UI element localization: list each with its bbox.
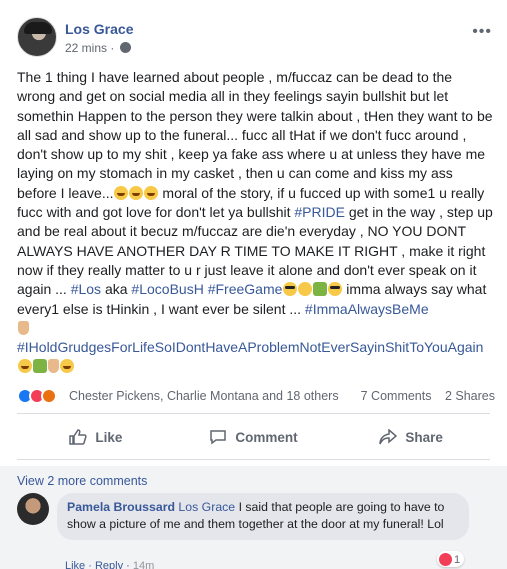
- body-text-1: The 1 thing I have learned about people …: [17, 69, 493, 201]
- post-body: The 1 thing I have learned about people …: [17, 68, 494, 377]
- hashtag-locobush[interactable]: #LocoBusH: [131, 281, 203, 297]
- post-header: Los Grace 22 mins · •••: [17, 17, 492, 59]
- rofl-emoji-icon: [114, 185, 129, 200]
- engagement-counts: 7 Comments 2 Shares: [351, 389, 495, 403]
- divider: [17, 459, 490, 460]
- comment-button[interactable]: Comment: [175, 419, 333, 455]
- view-more-comments-link[interactable]: View 2 more comments: [17, 474, 147, 488]
- comments-section: View 2 more comments Pamela Broussard Lo…: [0, 466, 507, 569]
- facebook-post: Los Grace 22 mins · ••• The 1 thing I ha…: [0, 0, 507, 569]
- angry-reaction-icon: [41, 388, 57, 404]
- shares-count[interactable]: 2 Shares: [445, 389, 495, 403]
- reaction-names[interactable]: Chester Pickens, Charlie Montana and 18 …: [69, 389, 339, 403]
- author-name[interactable]: Los Grace: [65, 21, 133, 37]
- comments-count[interactable]: 7 Comments: [361, 389, 432, 403]
- thumbs-up-icon: [69, 429, 87, 445]
- post-time[interactable]: 22 mins: [65, 41, 107, 55]
- reactions-bar: Chester Pickens, Charlie Montana and 18 …: [17, 387, 495, 405]
- hashtag-los[interactable]: #Los: [71, 281, 101, 297]
- post-meta: 22 mins ·: [65, 41, 131, 55]
- rofl-emoji-icon: [144, 185, 159, 200]
- commenter-avatar[interactable]: [17, 493, 49, 525]
- comment-reaction-badge[interactable]: 1: [437, 551, 465, 567]
- share-icon: [379, 429, 398, 445]
- comment-bubble: Pamela Broussard Los Grace I said that p…: [57, 493, 469, 540]
- sunglasses-emoji-icon: [282, 282, 297, 297]
- comment-actions: Like · Reply · 14m: [65, 560, 154, 569]
- comment-mention[interactable]: Los Grace: [178, 500, 235, 514]
- author-avatar[interactable]: [17, 17, 57, 57]
- globe-icon: [119, 42, 131, 53]
- middle-finger-emoji-icon: [47, 359, 59, 374]
- hashtag-pride[interactable]: #PRIDE: [294, 204, 345, 220]
- comment-reaction-count: 1: [454, 553, 461, 566]
- comment-reply-link[interactable]: Reply: [95, 560, 123, 569]
- rofl-emoji-icon: [129, 185, 144, 200]
- divider: [17, 413, 490, 414]
- hashtag-imma-always-be-me[interactable]: #ImmaAlwaysBeMe: [305, 301, 429, 317]
- action-bar: Like Comment Share: [17, 419, 490, 455]
- share-label: Share: [405, 429, 443, 445]
- hashtag-grudges[interactable]: #IHoldGrudgesForLifeSoIDontHaveAProblemN…: [17, 339, 483, 355]
- comment-icon: [210, 430, 227, 445]
- share-button[interactable]: Share: [332, 419, 490, 455]
- comment-label: Comment: [235, 429, 298, 445]
- facepalm-emoji-icon: [312, 282, 327, 297]
- comment-like-link[interactable]: Like: [65, 560, 85, 569]
- middle-finger-emoji-icon: [17, 320, 29, 335]
- more-options-icon[interactable]: •••: [472, 23, 492, 41]
- commenter-name[interactable]: Pamela Broussard: [67, 500, 175, 514]
- sunglasses-emoji-icon: [327, 282, 342, 297]
- comment-time[interactable]: 14m: [133, 560, 154, 569]
- rofl-emoji-icon: [17, 359, 32, 374]
- facepalm-emoji-icon: [32, 359, 47, 374]
- hashtag-freegame[interactable]: #FreeGame: [208, 281, 283, 297]
- body-text-4: aka: [101, 281, 132, 298]
- like-button[interactable]: Like: [17, 419, 175, 455]
- love-reaction-icon: [439, 553, 452, 566]
- like-label: Like: [95, 429, 123, 445]
- reaction-icons[interactable]: [17, 387, 69, 405]
- flushed-emoji-icon: [297, 282, 312, 297]
- rofl-emoji-icon: [59, 359, 74, 374]
